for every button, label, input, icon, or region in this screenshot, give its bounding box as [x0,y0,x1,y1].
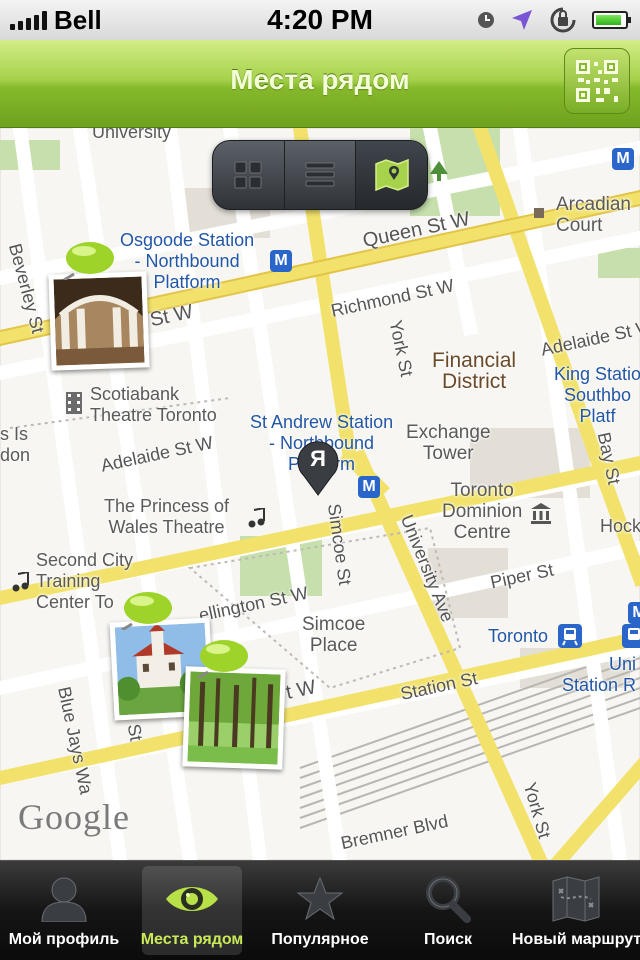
tab-label: Поиск [423,931,472,948]
label-toronto-dominion-centre[interactable]: Toronto Dominion Centre [442,480,522,543]
metro-icon: M [628,602,640,624]
grid-view-icon [234,161,262,189]
location-arrow-icon [512,10,532,30]
map-view[interactable]: University Osgoode Station - Northbound … [0,128,640,860]
metro-icon: M [270,250,292,272]
label-simcoe-place[interactable]: Simcoe Place [302,614,365,656]
list-view-button[interactable] [285,141,357,209]
tab-label: Новый маршрут [512,931,640,948]
nav-bar: Места рядом [0,40,640,128]
music-note-icon [248,508,265,528]
label-arcadian-court[interactable]: Arcadian Court [556,194,631,236]
bank-icon [531,503,551,524]
label-king-station[interactable]: King Statio Southbo Platf [554,364,640,427]
label-hock: Hock [600,516,640,536]
status-icons [476,6,631,34]
qr-code-icon [576,60,618,102]
grid-view-button[interactable] [213,141,285,209]
label-financial-district: Financial District [432,349,517,393]
route-map-icon [552,876,600,922]
metro-icon: M [358,476,380,498]
label-princess-of-wales-theatre[interactable]: The Princess of Wales Theatre [104,496,229,538]
tab-label: Популярное [271,931,369,948]
cinema-icon [66,392,82,414]
tab-bar: Мой профиль Места рядом Популярное Поиск… [0,860,640,960]
poi-square-icon [534,208,544,218]
music-note-icon [12,572,29,592]
battery-icon [592,11,631,29]
star-icon [296,876,344,921]
label-left-cutoff: s Is don [0,424,31,465]
search-icon [426,876,471,923]
label-toronto-station[interactable]: Toronto [488,626,548,647]
view-switcher [212,140,428,210]
pin-icon [121,592,172,630]
current-location-letter: Я [310,446,326,471]
profile-icon [41,877,87,922]
label-exchange-tower[interactable]: Exchange Tower [406,422,491,464]
label-university: University [92,128,172,142]
pin-icon [63,242,114,280]
map-view-icon [374,158,409,192]
list-view-icon [305,162,335,187]
label-st-left: St [123,722,147,743]
eye-icon [166,887,218,911]
status-bar: Bell 4:20 PM [0,0,640,40]
map-view-button[interactable] [356,141,427,209]
tab-label: Мой профиль [8,931,120,948]
tab-my-profile[interactable]: Мой профиль [0,861,128,960]
label-scotiabank-theatre[interactable]: Scotiabank Theatre Toronto [90,384,217,426]
qr-code-button[interactable] [564,48,630,114]
metro-icon: M [612,148,634,170]
tab-popular[interactable]: Популярное [256,861,384,960]
label-union-station[interactable]: Uni Station R [562,654,636,696]
tab-places-nearby[interactable]: Места рядом [128,861,256,960]
train-icon [558,624,582,648]
train-icon [622,624,640,648]
pin-icon [197,640,248,678]
page-title: Места рядом [230,64,410,95]
clock-icon [478,12,494,28]
place-photo-forest[interactable] [182,666,286,770]
tab-label: Места рядом [140,931,244,948]
tab-new-route[interactable]: Новый маршрут [512,861,640,960]
tree-icon [430,161,448,181]
tab-search[interactable]: Поиск [384,861,512,960]
place-photo-pavilion[interactable] [48,271,150,371]
rotation-lock-icon [550,7,576,33]
google-logo: Google [18,797,130,837]
